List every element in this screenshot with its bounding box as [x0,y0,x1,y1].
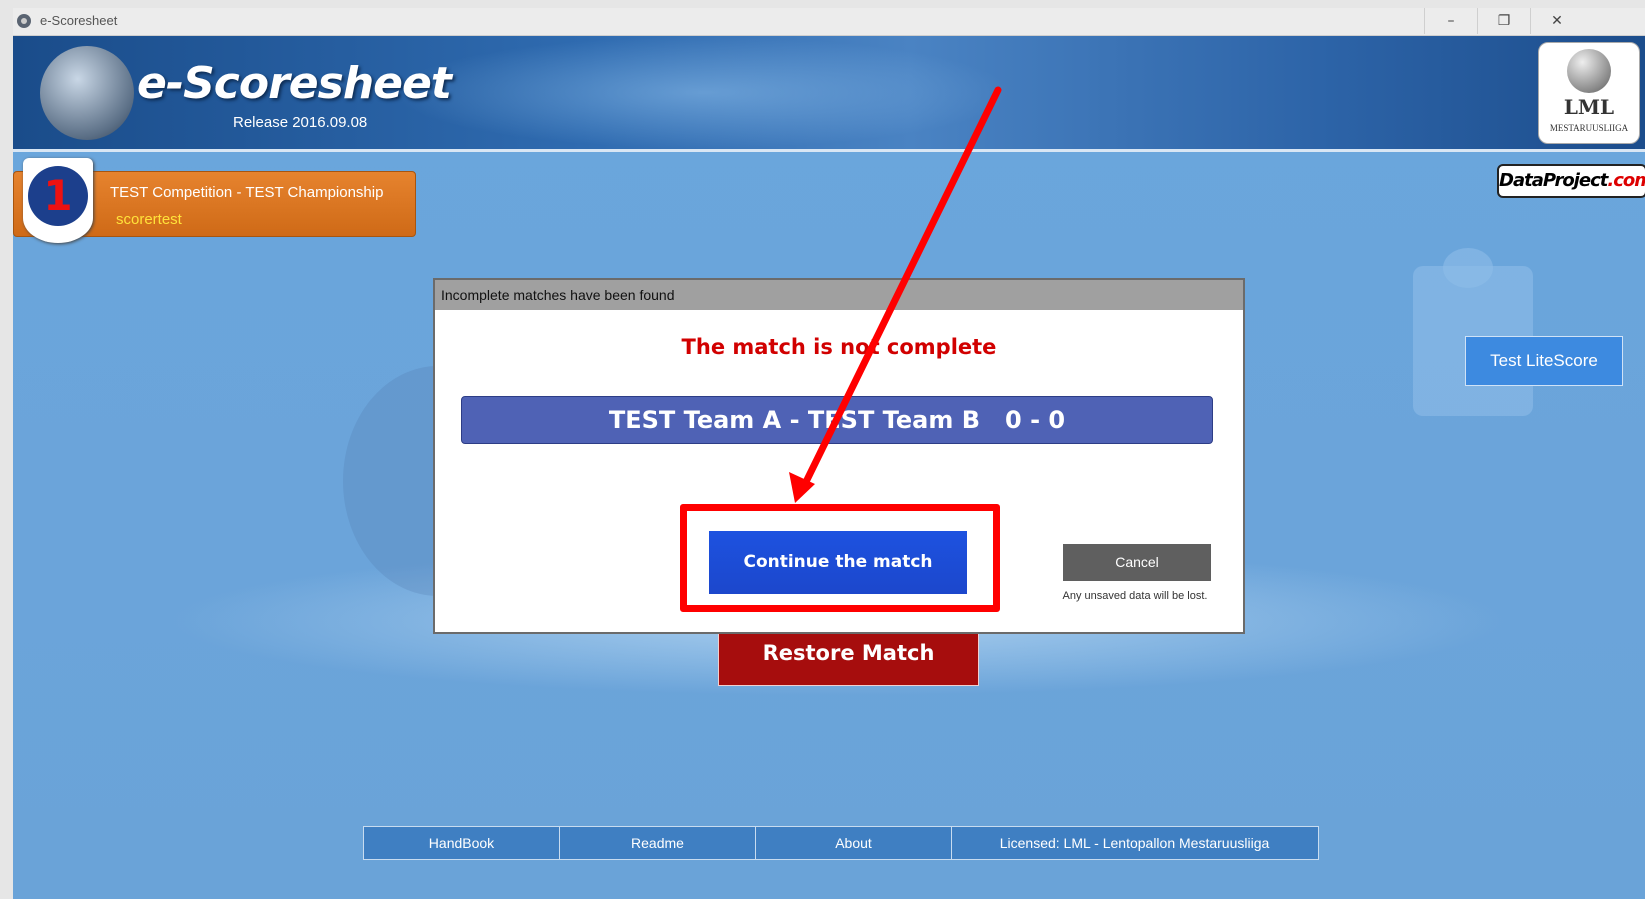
competition-badge: 1 [28,166,88,226]
incomplete-match-item[interactable]: TEST Team A - TEST Team B 0 - 0 [461,396,1213,444]
test-litescore-button[interactable]: Test LiteScore [1465,336,1623,386]
dataproject-logo-name: DataProject [1499,170,1608,191]
header-banner: e-Scoresheet Release 2016.09.08 LML MEST… [13,36,1645,152]
lml-logo-text: LML [1563,95,1615,119]
lml-logo: LML MESTARUUSLIIGA [1538,42,1640,144]
competition-title: TEST Competition - TEST Championship [110,184,384,201]
banner-glow [393,36,1013,149]
dialog-heading: The match is not complete [681,335,997,359]
footer-handbook-link[interactable]: HandBook [364,827,560,859]
window-title: e-Scoresheet [40,13,118,28]
dataproject-logo-suffix: .com [1607,170,1645,191]
dataproject-logo[interactable]: DataProject.com [1497,164,1645,198]
scorer-username: scorertest [116,211,182,228]
footer-readme-link[interactable]: Readme [560,827,756,859]
release-version: Release 2016.09.08 [233,114,368,131]
restore-window-button[interactable]: ❐ [1477,8,1530,34]
cancel-warning-text: Any unsaved data will be lost. [1062,590,1208,602]
app-logo [40,46,134,140]
volleyball-icon [1567,49,1611,93]
cancel-button[interactable]: Cancel [1063,544,1211,581]
app-icon [17,14,31,28]
footer-menu: HandBook Readme About Licensed: LML - Le… [363,826,1319,860]
dialog-title: Incomplete matches have been found [435,280,1243,310]
footer-license-text: Licensed: LML - Lentopallon Mestaruuslii… [999,835,1270,851]
minimize-button[interactable]: – [1424,8,1477,34]
competition-logo: 1 [23,158,93,243]
footer-about-link[interactable]: About [756,827,952,859]
highlight-box [680,504,1000,612]
close-window-button[interactable]: ✕ [1530,8,1583,34]
lml-logo-subtext: MESTARUUSLIIGA [1549,123,1629,133]
window-titlebar: e-Scoresheet – ❐ ✕ [13,8,1645,36]
app-name: e-Scoresheet [137,58,452,109]
